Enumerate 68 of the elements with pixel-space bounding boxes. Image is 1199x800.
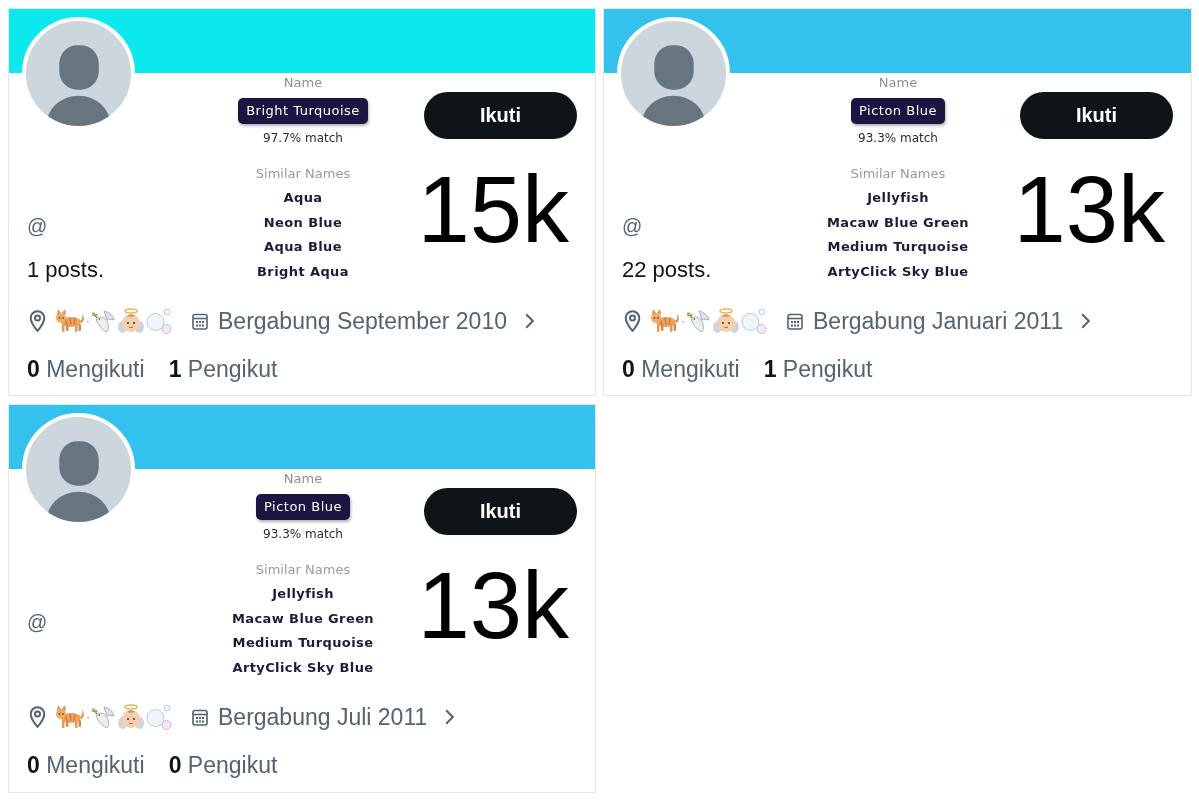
followers-link[interactable]: 0 Pengikut: [168, 751, 278, 779]
follow-button[interactable]: Ikuti: [1020, 92, 1173, 139]
similar-name: Medium Turquoise: [827, 238, 969, 256]
similar-names-heading: Similar Names: [850, 166, 946, 182]
similar-name: Macaw Blue Green: [231, 609, 375, 628]
handle-text: @: [27, 214, 48, 238]
location-pin-icon: [29, 706, 46, 728]
match-percentage: 93.3% match: [858, 131, 938, 146]
match-percentage: 93.3% match: [263, 527, 343, 542]
followers-link[interactable]: 1 Pengikut: [763, 355, 873, 383]
bubbles-icon: [741, 308, 767, 334]
chevron-right-icon[interactable]: [1081, 313, 1091, 329]
similar-name: Jellyfish: [867, 189, 929, 207]
color-name-chip: Bright Turquoise: [238, 98, 368, 124]
name-heading: Name: [283, 75, 323, 91]
similar-name: Macaw Blue Green: [826, 213, 970, 232]
name-heading: Name: [878, 75, 918, 91]
dove-icon: [91, 705, 115, 729]
large-number-text: 13k: [1013, 163, 1165, 257]
similar-name: Medium Turquoise: [232, 634, 374, 652]
similar-name: ArtyClick Sky Blue: [827, 262, 969, 281]
calendar-icon: [192, 312, 208, 330]
post-count-text: 22 posts.: [622, 257, 712, 283]
similar-name: Jellyfish: [272, 585, 334, 603]
color-name-chip: Picton Blue: [851, 98, 945, 124]
follow-button[interactable]: Ikuti: [424, 488, 577, 535]
location-separator: ·: [681, 314, 685, 328]
cat-icon: [650, 309, 680, 333]
name-heading: Name: [283, 471, 323, 487]
angel-baby-icon: [118, 704, 144, 730]
following-link[interactable]: 0 Mengikuti: [622, 355, 740, 383]
color-name-chip: Picton Blue: [256, 494, 350, 520]
similar-name: ArtyClick Sky Blue: [232, 658, 374, 677]
chevron-right-icon[interactable]: [525, 313, 534, 329]
join-date-text: Bergabung September 2010: [218, 307, 507, 335]
handle-text: @: [27, 610, 48, 634]
handle-text: @: [622, 214, 643, 238]
large-number-text: 15k: [417, 163, 569, 257]
similar-name: Bright Aqua: [257, 262, 349, 281]
follow-button[interactable]: Ikuti: [424, 92, 577, 139]
location-pin-icon: [624, 310, 641, 332]
similar-names-heading: Similar Names: [255, 562, 351, 578]
similar-name: Neon Blue: [263, 213, 343, 232]
calendar-icon: [787, 312, 803, 330]
angel-baby-icon: [713, 308, 739, 334]
join-date-text: Bergabung Juli 2011: [218, 703, 428, 731]
following-link[interactable]: 0 Mengikuti: [27, 751, 145, 779]
join-date-text: Bergabung Januari 2011: [813, 307, 1064, 335]
cat-icon: [55, 705, 85, 729]
large-number-text: 13k: [417, 559, 569, 653]
followers-link[interactable]: 1 Pengikut: [168, 355, 278, 383]
bubbles-icon: [146, 308, 172, 334]
location-pin-icon: [29, 310, 46, 332]
angel-baby-icon: [118, 308, 144, 334]
similar-name: Aqua Blue: [264, 238, 342, 256]
dove-icon: [91, 309, 115, 333]
similar-names-heading: Similar Names: [255, 166, 351, 182]
following-link[interactable]: 0 Mengikuti: [27, 355, 145, 383]
dove-icon: [686, 309, 710, 333]
match-percentage: 97.7% match: [263, 131, 343, 146]
chevron-right-icon[interactable]: [445, 709, 455, 725]
calendar-icon: [192, 708, 208, 726]
location-separator: ·: [86, 314, 90, 328]
bubbles-icon: [146, 704, 172, 730]
post-count-text: 1 posts.: [27, 257, 105, 283]
cat-icon: [55, 309, 85, 333]
similar-name: Aqua: [283, 189, 323, 207]
location-separator: ·: [86, 710, 90, 724]
